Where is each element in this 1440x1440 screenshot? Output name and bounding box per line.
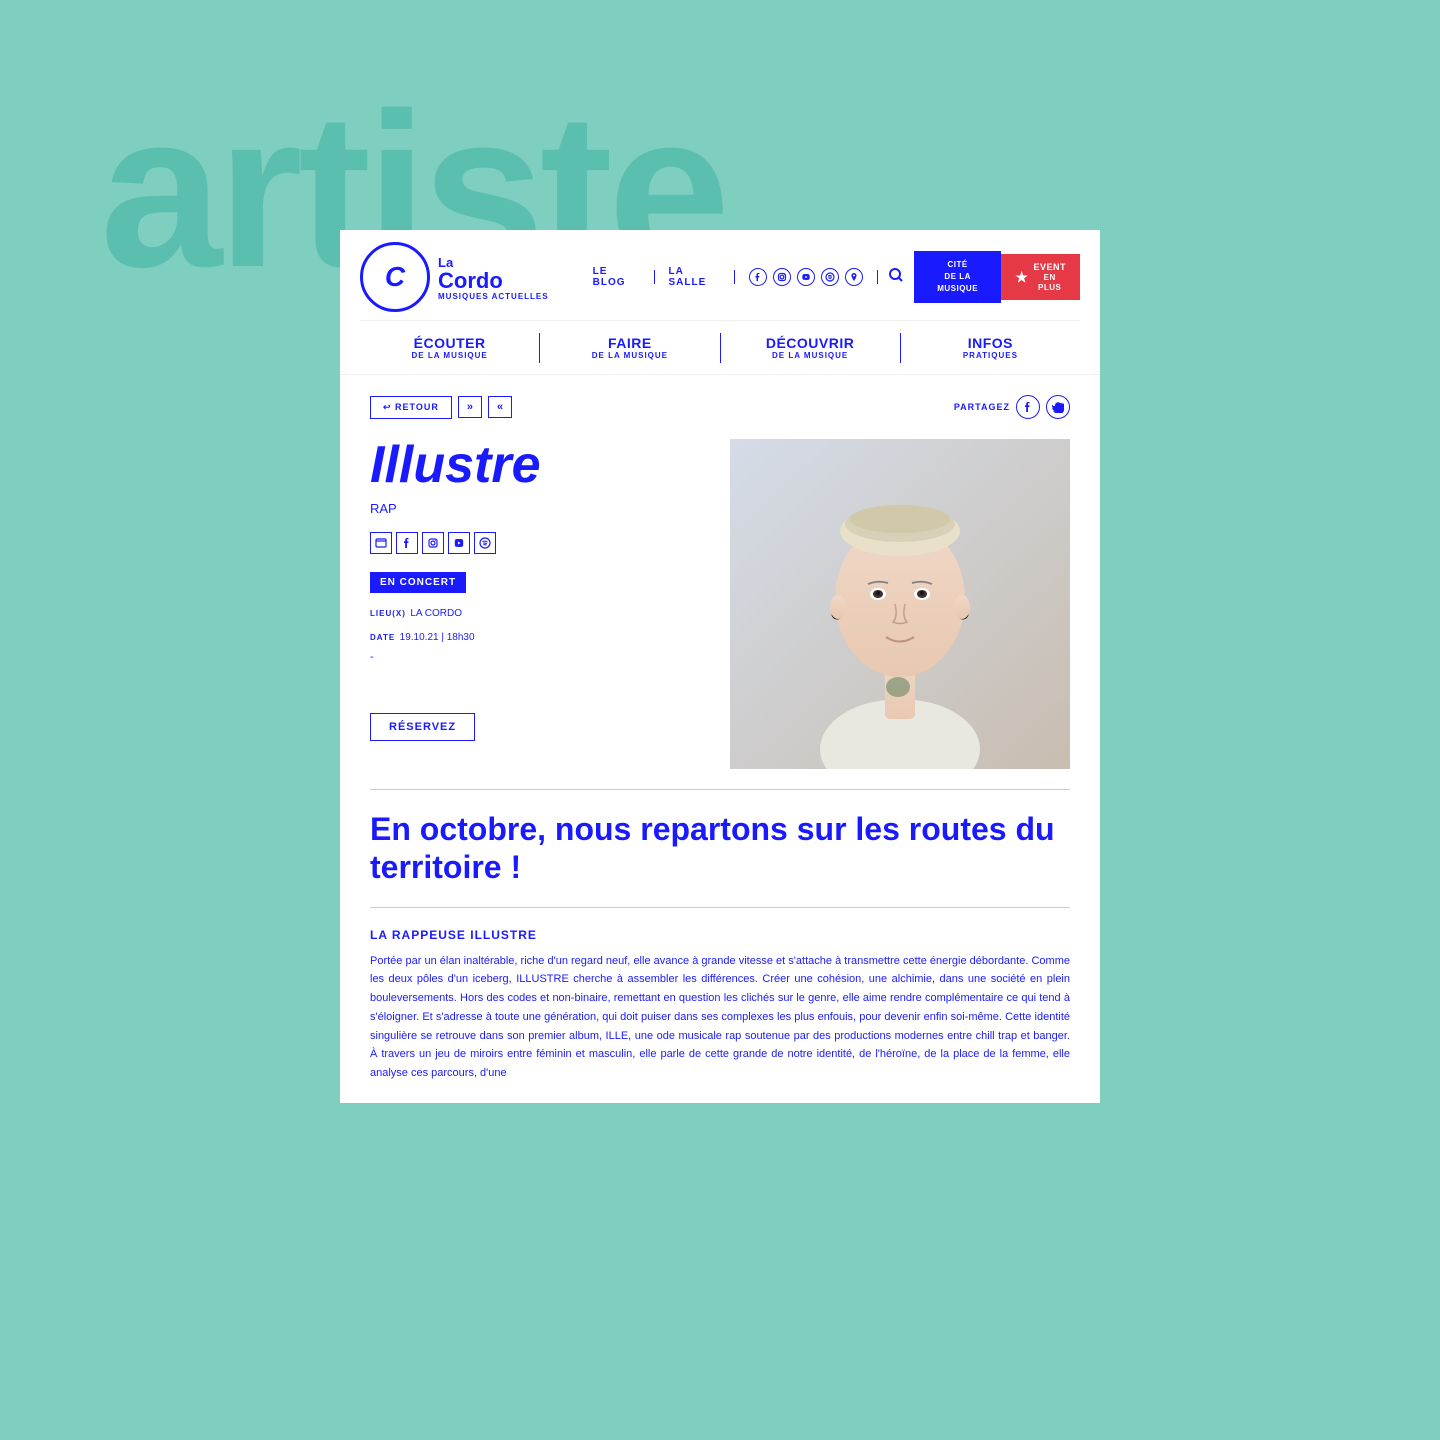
artist-info: Illustre RAP — [370, 439, 710, 769]
back-button[interactable]: ↩ RETOUR — [370, 396, 452, 419]
content-area: ↩ RETOUR » « PARTAGEZ Illustre RAP — [340, 375, 1100, 1103]
article-body: Portée par un élan inaltérable, riche d'… — [370, 952, 1070, 1083]
share-facebook-button[interactable] — [1016, 395, 1040, 419]
spotify-icon[interactable] — [821, 268, 839, 286]
nav-faire-sub: DE LA MUSIQUE — [540, 351, 719, 360]
main-content-area: C La Cordo MUSIQUES ACTUELLES LE BLOG LA… — [340, 230, 1100, 1103]
article-main-title: En octobre, nous repartons sur les route… — [370, 810, 1070, 887]
nav-link-salle[interactable]: LA SALLE — [654, 266, 734, 288]
artist-layout: Illustre RAP — [370, 439, 1070, 769]
share-twitter-button[interactable] — [1046, 395, 1070, 419]
logo-text: La Cordo MUSIQUES ACTUELLES — [438, 255, 549, 301]
artist-photo — [730, 439, 1070, 769]
reservez-button[interactable]: RÉSERVEZ — [370, 713, 475, 741]
site-header: C La Cordo MUSIQUES ACTUELLES LE BLOG LA… — [340, 230, 1100, 375]
main-nav: ÉCOUTER DE LA MUSIQUE FAIRE DE LA MUSIQU… — [360, 320, 1080, 374]
youtube-icon[interactable] — [797, 268, 815, 286]
logo-link[interactable]: C La Cordo MUSIQUES ACTUELLES — [360, 242, 549, 312]
instagram-icon[interactable] — [773, 268, 791, 286]
event-label: EVENT EN PLUS — [1033, 262, 1066, 292]
top-nav: LE BLOG LA SALLE — [579, 251, 1080, 302]
venue-label: LIEU(X) — [370, 609, 406, 618]
header-top: C La Cordo MUSIQUES ACTUELLES LE BLOG LA… — [360, 230, 1080, 320]
star-icon: ★ — [1015, 269, 1028, 286]
artist-name: Illustre — [370, 439, 710, 491]
venue-value: LA CORDO — [410, 608, 462, 619]
nav-faire-title: FAIRE — [540, 335, 719, 351]
concert-badge-wrap: EN CONCERT — [370, 572, 710, 603]
concert-venue: LIEU(X) LA CORDO — [370, 603, 710, 621]
next-arrow-button[interactable]: » — [458, 396, 482, 418]
date-value: 19.10.21 | 18h30 — [400, 632, 475, 643]
location-icon[interactable] — [845, 268, 863, 286]
concert-date: DATE 19.10.21 | 18h30 — [370, 627, 710, 645]
artist-genre: RAP — [370, 501, 710, 516]
nav-ecouter-sub: DE LA MUSIQUE — [360, 351, 539, 360]
nav-ecouter[interactable]: ÉCOUTER DE LA MUSIQUE — [360, 329, 539, 366]
nav-decouvrir-title: DÉCOUVRIR — [721, 335, 900, 351]
cite-label-bottom: DE LA MUSIQUE — [937, 272, 978, 293]
article-divider-top — [370, 789, 1070, 790]
page-nav-left: ↩ RETOUR » « — [370, 396, 512, 419]
concert-info-extra: - — [370, 651, 710, 663]
nav-link-blog[interactable]: LE BLOG — [579, 266, 654, 288]
logo-letter: C — [385, 261, 405, 293]
artist-instagram-icon[interactable] — [422, 532, 444, 554]
social-icons-group — [735, 268, 877, 286]
cta-buttons: CITÉ DE LA MUSIQUE ★ EVENT EN PLUS — [914, 251, 1080, 302]
logo-area: C La Cordo MUSIQUES ACTUELLES — [360, 242, 549, 312]
facebook-icon[interactable] — [749, 268, 767, 286]
concert-badge: EN CONCERT — [370, 572, 466, 593]
search-button[interactable] — [878, 267, 914, 288]
artist-portrait-svg — [730, 439, 1070, 769]
nav-decouvrir-sub: DE LA MUSIQUE — [721, 351, 900, 360]
article-divider-bottom — [370, 907, 1070, 908]
artist-social-icons — [370, 532, 710, 554]
nav-infos-sub: PRATIQUES — [901, 351, 1080, 360]
artist-photo-inner — [730, 439, 1070, 769]
artist-spotify-icon[interactable] — [474, 532, 496, 554]
artist-youtube-icon[interactable] — [448, 532, 470, 554]
share-area: PARTAGEZ — [954, 395, 1070, 419]
logo-subtitle: MUSIQUES ACTUELLES — [438, 292, 549, 301]
nav-decouvrir[interactable]: DÉCOUVRIR DE LA MUSIQUE — [721, 329, 900, 366]
page-nav: ↩ RETOUR » « PARTAGEZ — [370, 395, 1070, 419]
artist-web-icon[interactable] — [370, 532, 392, 554]
nav-faire[interactable]: FAIRE DE LA MUSIQUE — [540, 329, 719, 366]
cite-button[interactable]: CITÉ DE LA MUSIQUE — [914, 251, 1002, 302]
share-label: PARTAGEZ — [954, 402, 1010, 412]
nav-ecouter-title: ÉCOUTER — [360, 335, 539, 351]
event-button[interactable]: ★ EVENT EN PLUS — [1001, 254, 1080, 300]
nav-infos[interactable]: INFOS PRATIQUES — [901, 329, 1080, 366]
article-section-title: LA RAPPEUSE ILLUSTRE — [370, 928, 1070, 942]
logo-circle: C — [360, 242, 430, 312]
artist-facebook-icon[interactable] — [396, 532, 418, 554]
prev-arrow-button[interactable]: « — [488, 396, 512, 418]
logo-cordo: Cordo — [438, 270, 549, 292]
date-label: DATE — [370, 633, 395, 642]
cite-label-top: CITÉ — [948, 260, 968, 269]
nav-infos-title: INFOS — [901, 335, 1080, 351]
